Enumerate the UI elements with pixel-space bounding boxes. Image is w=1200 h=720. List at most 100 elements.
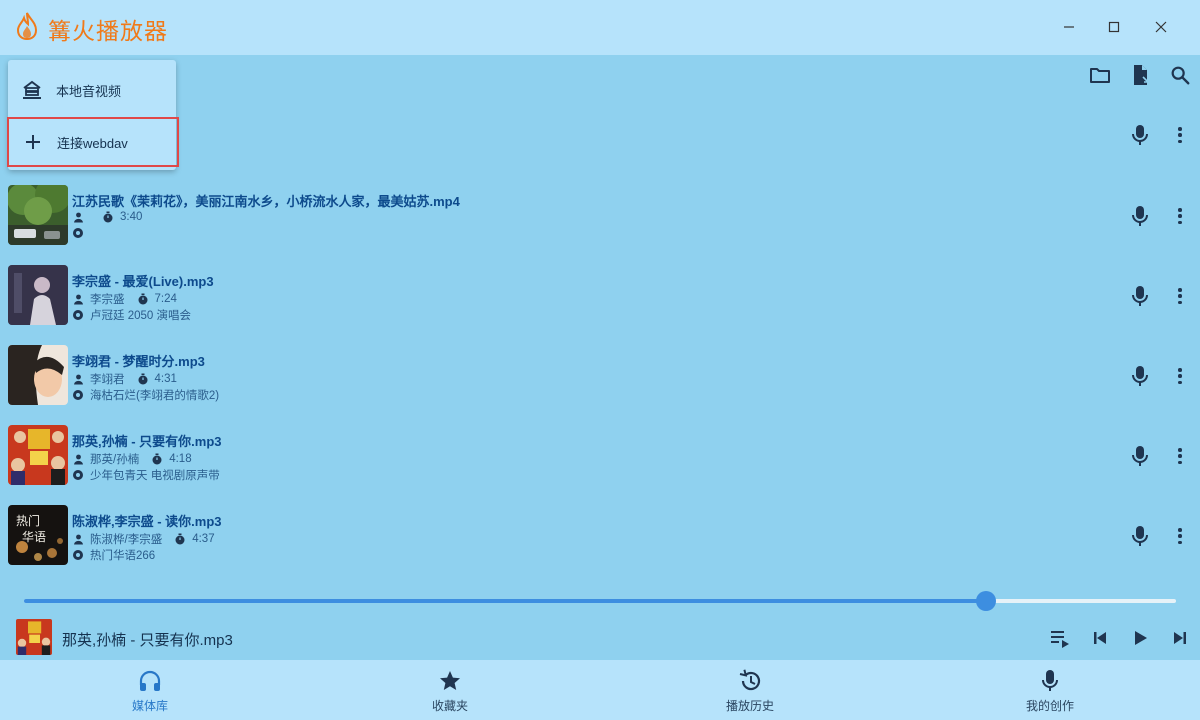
- open-folder-button[interactable]: [1087, 62, 1113, 88]
- track-meta: 李宗盛 7:24: [72, 291, 177, 307]
- open-file-button[interactable]: [1127, 62, 1153, 88]
- maximize-button[interactable]: [1103, 16, 1125, 38]
- person-icon: [72, 373, 84, 385]
- mic-icon[interactable]: [1130, 525, 1150, 547]
- headphones-icon: [139, 670, 161, 691]
- file-open-icon: [1134, 65, 1149, 85]
- track-album-line: 少年包青天 电视剧原声带: [72, 467, 220, 483]
- track-album: 热门华语266: [90, 550, 156, 562]
- building-icon: [20, 78, 44, 102]
- more-options-icon[interactable]: [1172, 286, 1188, 306]
- play-icon: [1135, 631, 1147, 645]
- track-album-line: 热门华语266: [72, 547, 155, 563]
- timer-icon: [174, 533, 186, 545]
- person-icon: [72, 293, 84, 305]
- nav-label: 收藏夹: [431, 699, 468, 713]
- menu-item-label: 连接webdav: [57, 135, 128, 151]
- now-playing-title[interactable]: 那英,孙楠 - 只要有你.mp3: [62, 629, 233, 650]
- flame-logo-icon: [16, 12, 38, 40]
- more-options-icon[interactable]: [1172, 526, 1188, 546]
- track-artist: 李翊君: [90, 374, 125, 386]
- mic-icon[interactable]: [1130, 365, 1150, 387]
- track-thumbnail: [8, 185, 68, 245]
- menu-item-local-media[interactable]: 本地音视频: [8, 66, 176, 114]
- person-icon: [72, 533, 84, 545]
- track-artist: 李宗盛: [90, 294, 125, 306]
- mic-icon[interactable]: [1130, 205, 1150, 227]
- bottom-navigation: 媒体库 收藏夹 播放历史 我的创作: [0, 660, 1200, 720]
- list-item[interactable]: 江苏民歌《茉莉花》，美丽江南水乡，小桥流水人家，最美姑苏.mp4 3:40: [0, 185, 1200, 265]
- progress-handle[interactable]: [975, 591, 996, 611]
- track-title: 李翊君 - 梦醒时分.mp3: [72, 354, 205, 369]
- more-options-icon[interactable]: [1172, 206, 1188, 226]
- track-album-line: 海枯石烂(李翊君的情歌2): [72, 387, 219, 403]
- track-meta: 那英/孙楠 4:18: [72, 451, 192, 467]
- title-bar: 篝火播放器: [0, 0, 1200, 55]
- track-thumbnail: 热门 华语: [8, 505, 68, 565]
- next-button[interactable]: [1168, 626, 1192, 650]
- list-item[interactable]: 热门 华语 陈淑桦,李宗盛 - 读你.mp3 陈淑桦/李宗盛 4:37 热门华语…: [0, 505, 1200, 585]
- star-icon: [440, 671, 460, 690]
- play-button[interactable]: [1128, 626, 1152, 650]
- previous-button[interactable]: [1088, 626, 1112, 650]
- track-duration: 4:31: [154, 373, 177, 385]
- track-thumbnail: [8, 265, 68, 325]
- minimize-icon: [1064, 26, 1074, 28]
- disc-icon: [72, 227, 84, 239]
- track-meta: 3:40: [72, 211, 142, 223]
- track-album: 海枯石烂(李翊君的情歌2): [90, 390, 220, 402]
- timer-icon: [151, 453, 163, 465]
- search-button[interactable]: [1167, 62, 1193, 88]
- more-options-icon[interactable]: [1172, 366, 1188, 386]
- close-button[interactable]: [1150, 16, 1172, 38]
- mic-icon[interactable]: [1130, 445, 1150, 467]
- nav-tab-media-library[interactable]: 媒体库: [0, 660, 300, 720]
- next-icon: [1174, 632, 1186, 644]
- track-title: 江苏民歌《茉莉花》，美丽江南水乡，小桥流水人家，最美姑苏.mp4: [72, 194, 460, 209]
- disc-icon: [72, 469, 84, 481]
- track-duration: 4:18: [169, 453, 192, 465]
- more-options-icon[interactable]: [1172, 125, 1188, 145]
- track-meta: 李翊君 4:31: [72, 371, 177, 387]
- nav-label: 我的创作: [1025, 699, 1074, 713]
- disc-icon: [72, 389, 84, 401]
- previous-icon: [1094, 632, 1106, 644]
- mic-icon[interactable]: [1130, 285, 1150, 307]
- history-icon: [739, 669, 761, 691]
- list-item[interactable]: 那英,孙楠 - 只要有你.mp3 那英/孙楠 4:18 少年包青天 电视剧原声带: [0, 425, 1200, 505]
- track-meta: 陈淑桦/李宗盛 4:37: [72, 531, 215, 547]
- track-duration: 3:40: [120, 211, 143, 223]
- nav-tab-favorites[interactable]: 收藏夹: [300, 660, 600, 720]
- nav-tab-history[interactable]: 播放历史: [600, 660, 900, 720]
- person-icon: [72, 453, 84, 465]
- timer-icon: [102, 211, 114, 223]
- track-duration: 4:37: [192, 533, 215, 545]
- menu-item-label: 本地音视频: [56, 83, 122, 99]
- search-icon: [1171, 66, 1190, 85]
- minimize-button[interactable]: [1058, 16, 1080, 38]
- now-playing-cover[interactable]: [16, 619, 52, 655]
- playlist-icon: [1051, 631, 1069, 648]
- more-options-icon[interactable]: [1172, 446, 1188, 466]
- progress-fill: [24, 599, 986, 603]
- timer-icon: [137, 293, 149, 305]
- list-item[interactable]: 李宗盛 - 最爱(Live).mp3 李宗盛 7:24 卢冠廷 2050 演唱会: [0, 265, 1200, 345]
- track-artist: 陈淑桦/李宗盛: [90, 534, 163, 546]
- nav-label: 媒体库: [131, 699, 168, 713]
- nav-tab-my-creations[interactable]: 我的创作: [900, 660, 1200, 720]
- disc-icon: [72, 309, 84, 321]
- svg-text:华语: 华语: [22, 530, 46, 544]
- track-album: 卢冠廷 2050 演唱会: [90, 310, 191, 322]
- progress-slider[interactable]: [24, 591, 1176, 611]
- mic-icon[interactable]: [1130, 124, 1150, 146]
- disc-icon: [72, 549, 84, 561]
- plus-icon: [21, 130, 45, 154]
- close-icon: [1155, 21, 1167, 33]
- svg-text:热门: 热门: [16, 513, 40, 528]
- list-item[interactable]: 李翊君 - 梦醒时分.mp3 李翊君 4:31 海枯石烂(李翊君的情歌2): [0, 345, 1200, 425]
- playlist-button[interactable]: [1048, 626, 1072, 650]
- menu-item-connect-webdav[interactable]: 连接webdav: [7, 117, 179, 167]
- track-title: 那英,孙楠 - 只要有你.mp3: [72, 434, 222, 449]
- track-album-line: 卢冠廷 2050 演唱会: [72, 307, 191, 323]
- source-menu: 本地音视频 连接webdav: [7, 60, 179, 170]
